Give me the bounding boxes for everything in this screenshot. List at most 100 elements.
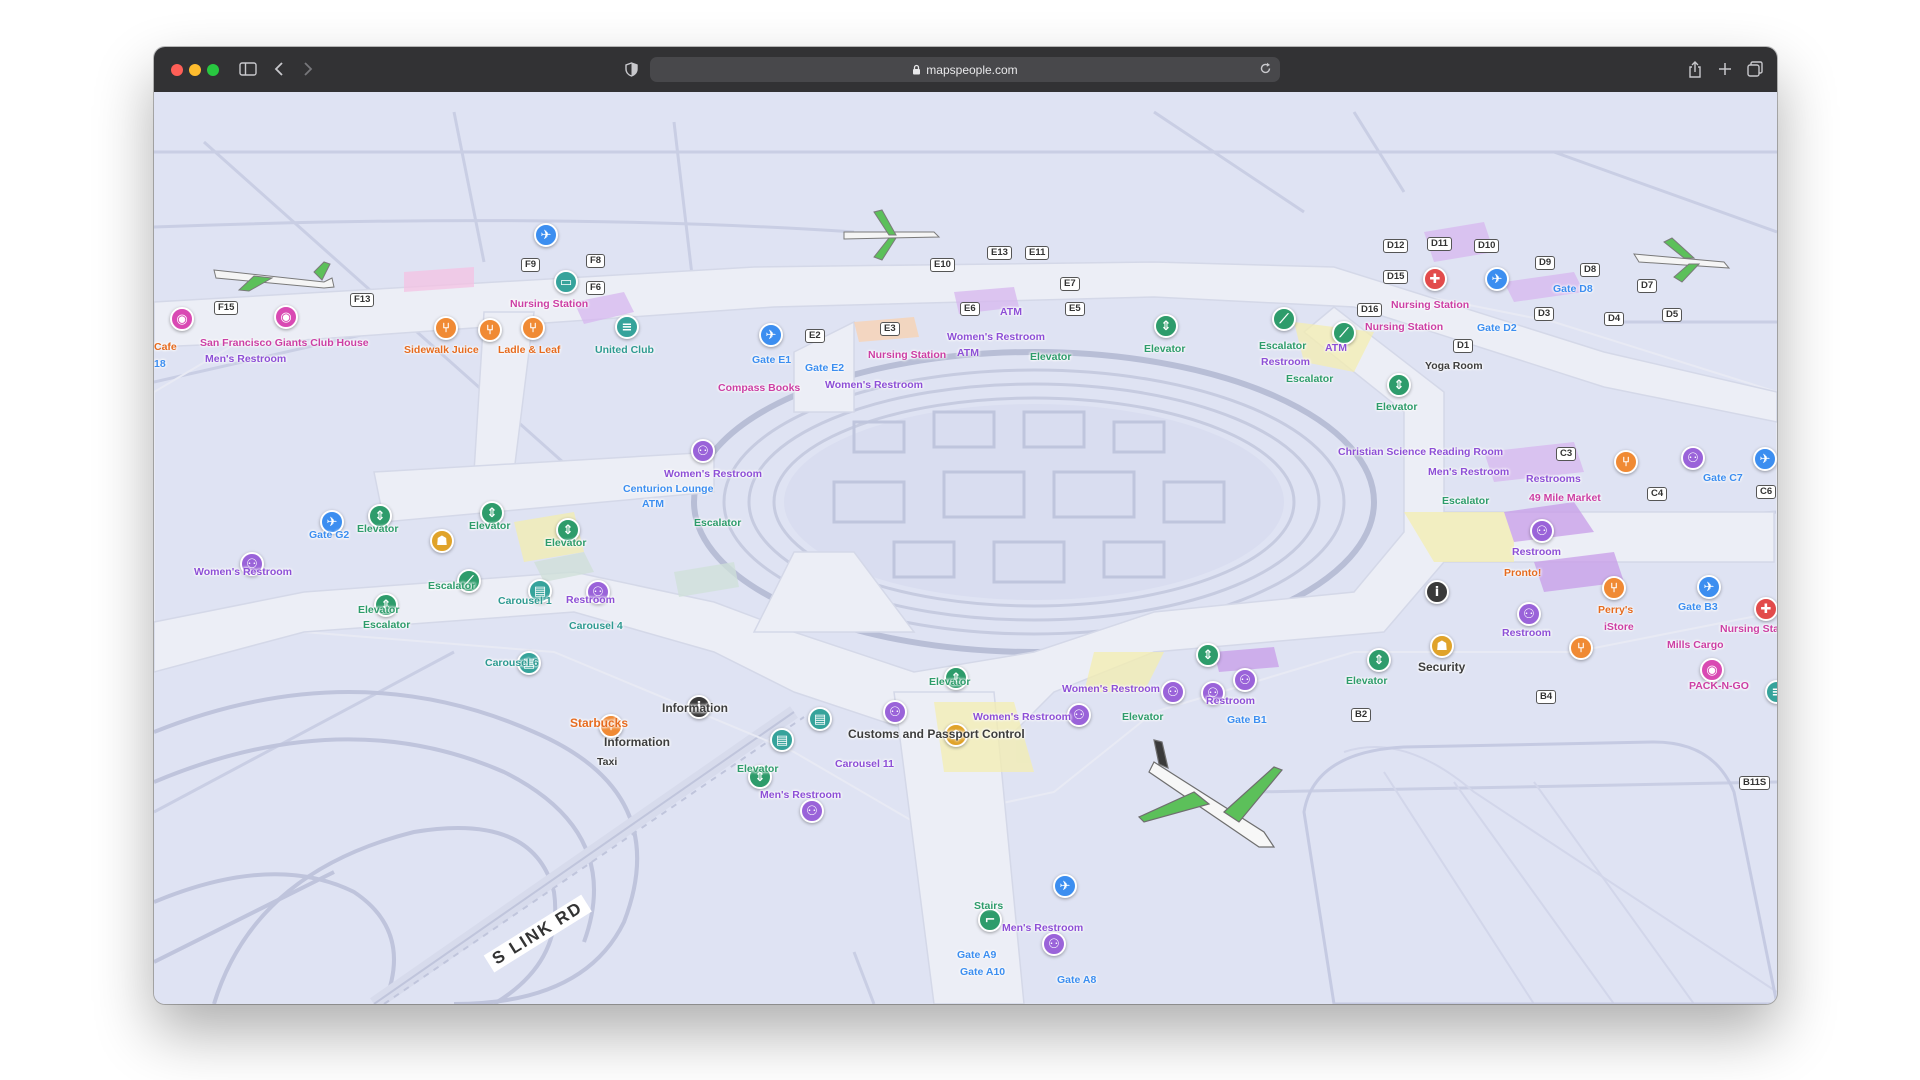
poi-label[interactable]: Nursing Station <box>1391 299 1469 311</box>
poi-label[interactable]: 18 <box>154 358 166 370</box>
poi-label[interactable]: Cafe <box>154 341 177 353</box>
poi-label[interactable]: Gate C7 <box>1703 472 1743 484</box>
reload-icon[interactable] <box>1259 62 1272 78</box>
gate-tag[interactable]: E2 <box>805 329 825 343</box>
poi-label[interactable]: Pronto! <box>1504 567 1541 579</box>
gate-tag[interactable]: E5 <box>1065 302 1085 316</box>
poi-label[interactable]: Women's Restroom <box>973 711 1071 723</box>
poi-label[interactable]: Elevator <box>1376 401 1417 413</box>
gate-tag[interactable]: E13 <box>987 246 1012 260</box>
gate-tag[interactable]: D7 <box>1637 279 1658 293</box>
poi-label[interactable]: Carousel 6 <box>485 657 539 669</box>
poi-label[interactable]: Women's Restroom <box>1062 683 1160 695</box>
poi-label[interactable]: Information <box>604 735 670 749</box>
carousel-icon[interactable]: ▤ <box>808 707 832 731</box>
poi-label[interactable]: Restroom <box>1261 356 1310 368</box>
gate-tag[interactable]: F6 <box>586 281 606 295</box>
poi-label[interactable]: Elevator <box>469 520 510 532</box>
poi-label[interactable]: Escalator <box>1442 495 1489 507</box>
poi-label[interactable]: ATM <box>642 498 664 510</box>
restaurant-icon[interactable]: ⑂ <box>1602 576 1626 600</box>
poi-label[interactable]: Gate G2 <box>309 529 349 541</box>
poi-label[interactable]: Stairs <box>974 900 1003 912</box>
security-icon[interactable]: ☗ <box>430 529 454 553</box>
poi-label[interactable]: Gate E2 <box>805 362 844 374</box>
restaurant-icon[interactable]: ⑂ <box>1614 450 1638 474</box>
elevator-icon[interactable]: ⇕ <box>1196 643 1220 667</box>
poi-label[interactable]: Restroom <box>1502 627 1551 639</box>
departure-gate-icon[interactable]: ✈ <box>1053 874 1077 898</box>
restaurant-icon[interactable]: ⑂ <box>1569 636 1593 660</box>
security-icon[interactable]: ☗ <box>1430 634 1454 658</box>
restroom-icon[interactable]: ⚇ <box>1530 519 1554 543</box>
restroom-icon[interactable]: ⚇ <box>691 439 715 463</box>
gate-tag[interactable]: D10 <box>1474 239 1500 253</box>
poi-label[interactable]: Nursing Sta <box>1720 623 1777 635</box>
poi-label[interactable]: Elevator <box>545 537 586 549</box>
poi-label[interactable]: Elevator <box>1346 675 1387 687</box>
nursing-station-icon[interactable]: ✚ <box>1423 267 1447 291</box>
poi-label[interactable]: Elevator <box>1144 343 1185 355</box>
restaurant-icon[interactable]: ⑂ <box>521 316 545 340</box>
gate-tag[interactable]: E11 <box>1025 246 1050 260</box>
poi-label[interactable]: Carousel 11 <box>835 758 894 770</box>
gate-tag[interactable]: C4 <box>1647 487 1668 501</box>
poi-label[interactable]: Women's Restroom <box>194 566 292 578</box>
poi-label[interactable]: Elevator <box>358 604 399 616</box>
poi-label[interactable]: Women's Restroom <box>947 331 1045 343</box>
poi-label[interactable]: Restrooms <box>1526 473 1581 485</box>
zoom-window-button[interactable] <box>207 64 219 76</box>
lounge-icon[interactable]: ▭ <box>554 270 578 294</box>
poi-label[interactable]: Men's Restroom <box>760 789 841 801</box>
poi-label[interactable]: Nursing Station <box>1365 321 1443 333</box>
poi-label[interactable]: Women's Restroom <box>664 468 762 480</box>
shield-icon[interactable] <box>622 58 640 80</box>
poi-label[interactable]: Gate E1 <box>752 354 791 366</box>
poi-label[interactable]: ATM <box>1325 342 1347 354</box>
poi-label[interactable]: Restroom <box>1206 695 1255 707</box>
poi-label[interactable]: Escalator <box>694 517 741 529</box>
minimize-window-button[interactable] <box>189 64 201 76</box>
gate-tag[interactable]: C6 <box>1756 485 1777 499</box>
poi-label[interactable]: PACK-N-GO <box>1689 680 1749 692</box>
poi-label[interactable]: Nursing Station <box>868 349 946 361</box>
gate-tag[interactable]: F15 <box>214 301 239 315</box>
nursing-station-icon[interactable]: ✚ <box>1754 597 1777 621</box>
gate-tag[interactable]: D4 <box>1604 312 1625 326</box>
poi-label[interactable]: Mills Cargo <box>1667 639 1724 651</box>
poi-label[interactable]: ATM <box>1000 306 1022 318</box>
poi-label[interactable]: Ladle & Leaf <box>498 344 560 356</box>
elevator-icon[interactable]: ⇕ <box>1387 373 1411 397</box>
tabs-overview-icon[interactable] <box>1745 58 1765 80</box>
elevator-icon[interactable]: ⇕ <box>1367 648 1391 672</box>
restroom-icon[interactable]: ⚇ <box>1681 446 1705 470</box>
poi-label[interactable]: Centurion Lounge <box>623 483 713 495</box>
restaurant-icon[interactable]: ⑂ <box>478 318 502 342</box>
information-icon[interactable]: i <box>1425 580 1449 604</box>
gate-tag[interactable]: D1 <box>1453 339 1474 353</box>
poi-label[interactable]: Restroom <box>566 594 615 606</box>
poi-label[interactable]: Men's Restroom <box>205 353 286 365</box>
poi-label[interactable]: Information <box>662 701 728 715</box>
gate-tag[interactable]: D11 <box>1427 237 1452 251</box>
poi-label[interactable]: Customs and Passport Control <box>848 727 1025 741</box>
poi-label[interactable]: Escalator <box>428 580 475 592</box>
poi-label[interactable]: Elevator <box>1122 711 1163 723</box>
gate-tag[interactable]: D5 <box>1662 308 1683 322</box>
gate-tag[interactable]: F9 <box>521 258 541 272</box>
poi-label[interactable]: Starbucks <box>570 716 628 730</box>
shop-icon[interactable]: ◉ <box>170 307 194 331</box>
poi-label[interactable]: San Francisco Giants Club House <box>200 337 369 349</box>
poi-label[interactable]: Escalator <box>1286 373 1333 385</box>
gate-tag[interactable]: D9 <box>1535 256 1556 270</box>
gate-tag[interactable]: E7 <box>1060 277 1080 291</box>
poi-label[interactable]: Gate A9 <box>957 949 996 961</box>
poi-label[interactable]: Elevator <box>929 676 970 688</box>
poi-label[interactable]: Men's Restroom <box>1002 922 1083 934</box>
gate-tag[interactable]: F13 <box>350 293 375 307</box>
poi-label[interactable]: Compass Books <box>718 382 800 394</box>
restroom-icon[interactable]: ⚇ <box>1042 932 1066 956</box>
share-icon[interactable] <box>1685 58 1705 80</box>
poi-label[interactable]: Elevator <box>737 763 778 775</box>
gate-tag[interactable]: E6 <box>960 302 980 316</box>
